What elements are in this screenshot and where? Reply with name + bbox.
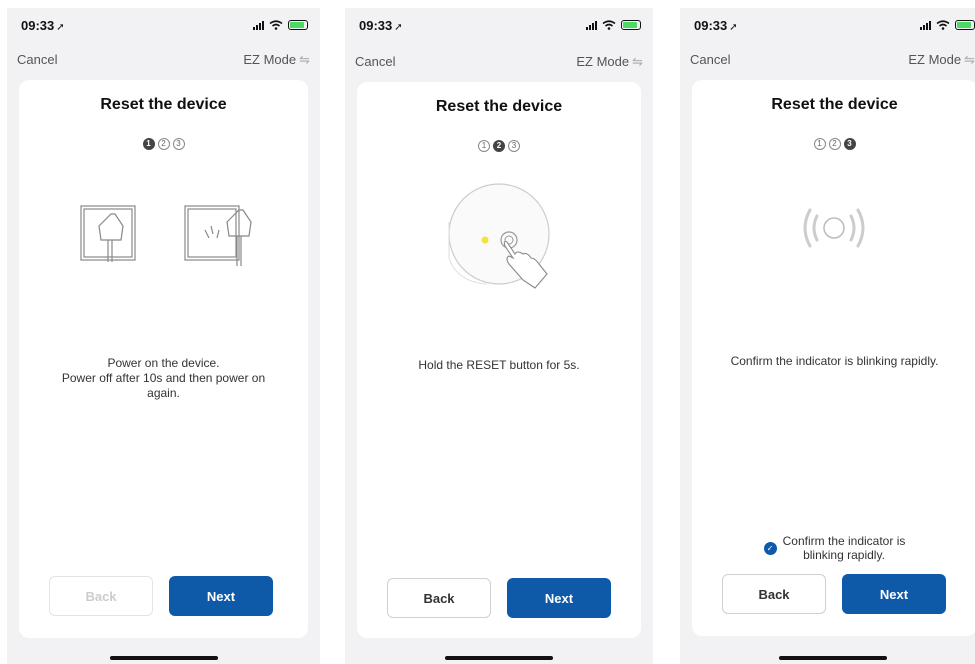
step-3: 3 (508, 140, 520, 152)
nav-bar: Cancel EZ Mode ⇋ (680, 52, 975, 72)
cancel-button[interactable]: Cancel (355, 54, 395, 69)
mode-switch-button[interactable]: EZ Mode ⇋ (908, 52, 975, 68)
swap-icon: ⇋ (632, 54, 643, 69)
home-indicator (779, 656, 887, 660)
mode-label: EZ Mode (908, 52, 962, 67)
location-arrow-icon: ➚ (56, 22, 65, 33)
step-indicator: 1 2 3 (692, 138, 975, 150)
phone-screen-step-1: 09:33 ➚ Cancel EZ Mode ⇋ Reset the device … (7, 8, 320, 664)
step-indicator: 1 2 3 (19, 138, 308, 150)
step-1: 1 (813, 138, 826, 150)
step-2: 2 (157, 138, 170, 150)
cancel-button[interactable]: Cancel (17, 52, 57, 67)
instruction-line: Power on the device. (107, 356, 220, 370)
phone-screen-step-2: 09:33 ➚ Cancel EZ Mode ⇋ Reset the device … (345, 8, 653, 664)
mode-label: EZ Mode (243, 52, 297, 67)
instruction-line: again. (147, 386, 180, 400)
signal-icon (920, 20, 931, 30)
phone-screen-step-3: 09:33 ➚ Cancel EZ Mode ⇋ Reset the device … (680, 8, 975, 664)
reset-card: Reset the device 1 2 3 Confirm the indic… (692, 80, 975, 636)
instruction-line: Power off after 10s and then power on (61, 371, 266, 385)
step-indicator: 1 2 3 (357, 140, 641, 152)
battery-icon (621, 20, 641, 30)
page-title: Reset the device (435, 98, 563, 115)
next-button[interactable]: Next (842, 574, 946, 614)
location-arrow-icon: ➚ (729, 22, 738, 33)
wifi-icon (936, 20, 950, 30)
step-1: 1 (142, 138, 155, 150)
page-title: Reset the device (100, 96, 227, 113)
swap-icon: ⇋ (964, 52, 975, 67)
page-title: Reset the device (771, 96, 898, 113)
status-bar: 09:33 ➚ (345, 18, 653, 38)
next-button[interactable]: Next (169, 576, 273, 616)
status-time: 09:33 ➚ (694, 18, 738, 33)
mode-switch-button[interactable]: EZ Mode ⇋ (243, 52, 310, 68)
swap-icon: ⇋ (299, 52, 310, 67)
battery-icon (288, 20, 308, 30)
status-time: 09:33 ➚ (359, 18, 403, 33)
instruction-text: Hold the RESET button for 5s. (377, 358, 621, 373)
wifi-icon (602, 20, 616, 30)
step-2: 2 (828, 138, 841, 150)
signal-icon (253, 20, 264, 30)
back-button[interactable]: Back (387, 578, 491, 618)
signal-icon (586, 20, 597, 30)
step-3: 3 (843, 138, 856, 150)
back-button[interactable]: Back (722, 574, 826, 614)
status-bar: 09:33 ➚ (7, 18, 320, 38)
status-time: 09:33 ➚ (21, 18, 65, 33)
nav-bar: Cancel EZ Mode ⇋ (7, 52, 320, 72)
mode-switch-button[interactable]: EZ Mode ⇋ (576, 54, 643, 70)
instruction-line: Hold the RESET button for 5s. (418, 358, 580, 372)
home-indicator (109, 656, 218, 660)
plug-socket-icon (80, 205, 252, 266)
instruction-text: Power on the device. Power off after 10s… (39, 356, 288, 401)
wifi-icon (269, 20, 283, 30)
status-icons (253, 20, 308, 30)
next-button[interactable]: Next (507, 578, 611, 618)
blinking-indicator-icon (803, 208, 865, 248)
press-reset-button-icon (448, 183, 550, 289)
check-icon: ✓ (763, 541, 777, 555)
instruction-line: Confirm the indicator is blinking rapidl… (730, 354, 939, 368)
step-3: 3 (172, 138, 185, 150)
status-icons (586, 20, 641, 30)
confirm-label: Confirm the indicator is blinking rapidl… (783, 534, 906, 562)
nav-bar: Cancel EZ Mode ⇋ (345, 54, 653, 74)
reset-card: Reset the device 1 2 3 Power on the devi… (19, 80, 308, 638)
step-1: 1 (478, 140, 490, 152)
cancel-button[interactable]: Cancel (690, 52, 730, 67)
status-icons (920, 20, 975, 30)
instruction-text: Confirm the indicator is blinking rapidl… (712, 354, 957, 369)
confirm-line: Confirm the indicator is (782, 534, 906, 548)
home-indicator (445, 656, 553, 660)
confirm-line: blinking rapidly. (803, 548, 885, 562)
step-2: 2 (493, 140, 505, 152)
mode-label: EZ Mode (576, 54, 630, 69)
reset-card: Reset the device 1 2 3 Hold the RESET bu… (357, 82, 641, 638)
back-button: Back (49, 576, 153, 616)
confirm-checkbox[interactable]: ✓ Confirm the indicator is blinking rapi… (692, 534, 975, 562)
battery-icon (955, 20, 975, 30)
status-bar: 09:33 ➚ (680, 18, 975, 38)
location-arrow-icon: ➚ (394, 22, 403, 33)
